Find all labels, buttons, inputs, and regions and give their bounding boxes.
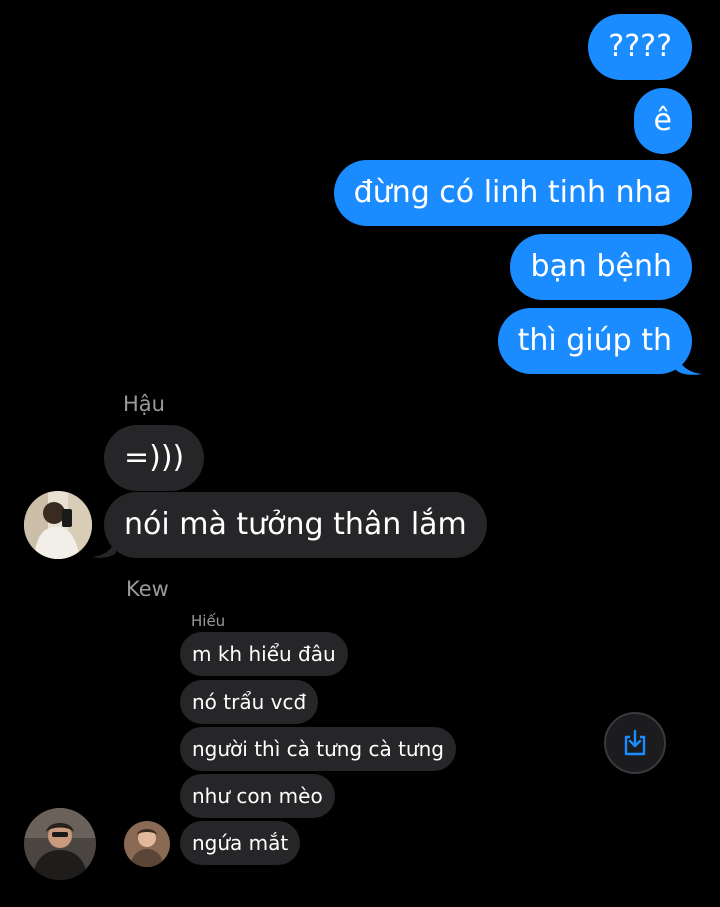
sender-name: Kew	[126, 577, 169, 601]
forwarded-sender-name: Hiếu	[191, 612, 226, 630]
avatar-photo-icon	[24, 491, 92, 559]
incoming-message[interactable]: nói mà tưởng thân lắm	[104, 492, 487, 558]
avatar[interactable]	[24, 491, 92, 559]
incoming-message[interactable]: m kh hiểu đâu	[180, 632, 348, 676]
forwarded-sender-avatar[interactable]	[124, 821, 170, 867]
share-button[interactable]	[604, 712, 666, 774]
avatar-photo-icon	[24, 808, 96, 880]
share-download-icon	[624, 729, 646, 756]
outgoing-bubble-tail	[676, 350, 702, 375]
outgoing-message[interactable]: ????	[588, 14, 692, 80]
outgoing-message[interactable]: ê	[633, 88, 692, 154]
incoming-message[interactable]: như con mèo	[180, 774, 335, 818]
incoming-message[interactable]: ngứa mắt	[180, 821, 301, 865]
incoming-message[interactable]: =)))	[104, 425, 205, 491]
avatar-photo-icon	[124, 821, 170, 867]
outgoing-message[interactable]: bạn bệnh	[510, 234, 692, 300]
sender-name: Hậu	[123, 392, 165, 416]
avatar[interactable]	[24, 808, 96, 880]
incoming-bubble-tail	[92, 535, 116, 558]
incoming-message[interactable]: nó trẩu vcđ	[180, 680, 319, 724]
incoming-message[interactable]: người thì cà tưng cà tưng	[180, 727, 456, 771]
outgoing-message[interactable]: đừng có linh tinh nha	[333, 160, 692, 226]
outgoing-message[interactable]: thì giúp th	[497, 308, 692, 374]
